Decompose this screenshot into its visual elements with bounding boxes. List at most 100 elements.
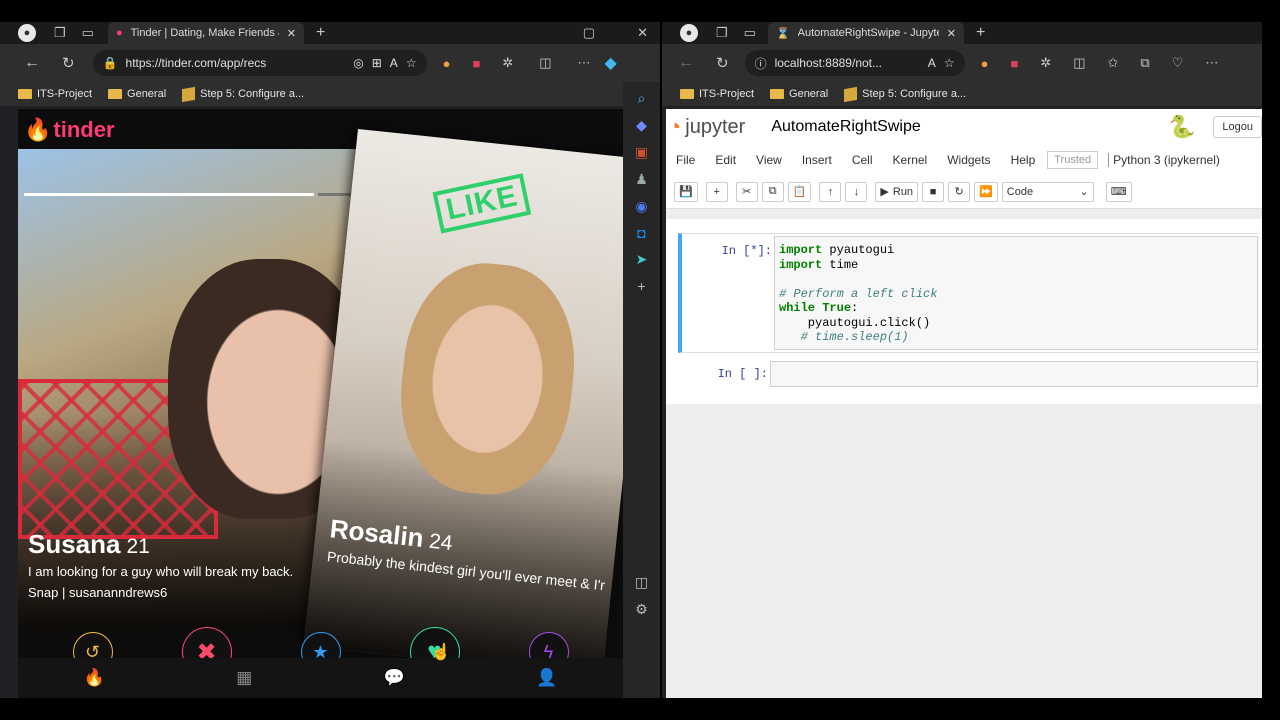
more-icon[interactable]: ⋯ <box>578 55 591 71</box>
keyboard-icon[interactable]: ⌨ <box>1105 181 1132 202</box>
trusted-badge[interactable]: Trusted <box>1047 151 1099 169</box>
bookmark-label: General <box>127 88 167 100</box>
profile-card-rosalin[interactable]: LIKE Rosalin 24 Probably the kindest girl… <box>303 129 623 678</box>
favorite-star-icon[interactable]: ☆ <box>406 56 417 70</box>
bookmark-general[interactable]: General <box>770 88 828 100</box>
tab-actions-icon[interactable]: ▭ <box>744 25 756 41</box>
bookmark-step5[interactable]: Step 5: Configure a... <box>182 86 305 102</box>
copilot-icon[interactable]: ◆ <box>605 53 617 73</box>
profile-icon[interactable]: ● <box>680 24 698 42</box>
fast-forward-icon[interactable]: ⏩ <box>974 181 998 202</box>
close-tab-icon[interactable]: ✕ <box>947 27 956 40</box>
bookmark-label: Step 5: Configure a... <box>200 88 305 100</box>
run-button[interactable]: ▶ Run <box>875 181 919 202</box>
menu-edit[interactable]: Edit <box>705 153 746 167</box>
copy-icon[interactable]: ⧉ <box>761 181 784 202</box>
cut-icon[interactable]: ✂ <box>735 181 758 202</box>
games-icon[interactable]: ♟ <box>635 171 648 188</box>
location-icon[interactable]: ◎ <box>353 56 363 70</box>
address-bar[interactable]: 🔒 https://tinder.com/app/recs ◎ ⊞ A ☆ <box>92 50 427 76</box>
nav-explore-icon[interactable]: ▦ <box>236 668 252 688</box>
menu-cell[interactable]: Cell <box>842 153 883 167</box>
menu-widgets[interactable]: Widgets <box>937 153 1000 167</box>
extensions-icon[interactable]: ✲ <box>1040 55 1051 71</box>
add-icon[interactable]: + <box>637 278 645 294</box>
maximize-icon[interactable]: ▢ <box>583 25 595 41</box>
health-icon[interactable]: ♡ <box>1172 55 1184 71</box>
favorite-star-icon[interactable]: ☆ <box>944 56 955 70</box>
collections-icon[interactable]: ⧉ <box>1140 55 1149 71</box>
bookmark-general[interactable]: General <box>108 88 166 100</box>
tab-title: AutomateRightSwipe - Jupyter N <box>797 27 939 39</box>
mouse-cursor-icon: ☝ <box>431 644 451 661</box>
jupyter-brand[interactable]: jupyter <box>685 116 745 139</box>
search-icon[interactable]: ⌕ <box>638 90 646 107</box>
close-tab-icon[interactable]: ✕ <box>287 27 296 40</box>
nav-profile-icon[interactable]: 👤 <box>536 668 557 688</box>
menu-view[interactable]: View <box>746 153 792 167</box>
azure-icon <box>182 86 196 102</box>
restart-icon[interactable]: ↻ <box>948 181 971 202</box>
code-editor[interactable] <box>770 361 1258 387</box>
split-screen-icon[interactable]: ◫ <box>1073 55 1085 71</box>
extensions-icon[interactable]: ✲ <box>502 55 513 71</box>
card-age: 21 <box>126 535 150 558</box>
menu-insert[interactable]: Insert <box>792 153 842 167</box>
more-icon[interactable]: ⋯ <box>1205 55 1218 71</box>
back-icon[interactable]: ← <box>24 54 40 72</box>
workspaces-icon[interactable]: ❐ <box>716 25 728 41</box>
bottom-nav: 🔥 ▦ 💬 👤 <box>18 658 623 698</box>
insert-cell-icon[interactable]: + <box>705 181 728 202</box>
tab-jupyter[interactable]: ⌛ AutomateRightSwipe - Jupyter N ✕ <box>767 22 964 44</box>
extension-icon[interactable]: ● <box>981 56 989 71</box>
send-icon[interactable]: ➤ <box>636 251 648 268</box>
nav-messages-icon[interactable]: 💬 <box>384 668 405 688</box>
settings-icon[interactable]: ⚙ <box>635 601 648 618</box>
menu-kernel[interactable]: Kernel <box>883 153 938 167</box>
sidebar-toggle-icon[interactable]: ◫ <box>635 574 648 591</box>
url-text: localhost:8889/not... <box>774 56 883 70</box>
stop-icon[interactable]: ■ <box>922 181 945 202</box>
code-editor[interactable]: import pyautogui import time # Perform a… <box>774 236 1258 350</box>
close-window-icon[interactable]: ✕ <box>637 25 648 41</box>
cell-type-select[interactable]: Code ⌄ <box>1001 181 1094 202</box>
workspaces-icon[interactable]: ❐ <box>54 25 66 41</box>
bookmark-its-project[interactable]: ITS-Project <box>18 88 92 100</box>
back-icon[interactable]: ← <box>678 54 694 72</box>
split-screen-icon[interactable]: ◫ <box>539 55 551 71</box>
extension-red-icon[interactable]: ■ <box>1010 56 1018 71</box>
tools-icon[interactable]: ▣ <box>635 144 648 161</box>
logout-button[interactable]: Logou <box>1213 116 1262 138</box>
bing-icon[interactable]: ◉ <box>635 198 647 215</box>
read-aloud-icon[interactable]: A <box>928 56 936 70</box>
nav-flame-icon[interactable]: 🔥 <box>84 668 105 688</box>
read-aloud-icon[interactable]: A <box>390 56 398 70</box>
refresh-icon[interactable]: ↻ <box>62 54 75 72</box>
code-cell-running[interactable]: In [*]: import pyautogui import time # P… <box>678 233 1260 353</box>
extension-icon[interactable]: ● <box>443 56 451 71</box>
tinder-logo[interactable]: 🔥 tinder <box>24 117 115 143</box>
profile-icon[interactable]: ● <box>18 24 36 42</box>
tab-tinder[interactable]: ● Tinder | Dating, Make Friends & M ✕ <box>107 22 304 44</box>
notebook-name[interactable]: AutomateRightSwipe <box>771 118 920 136</box>
bookmark-step5[interactable]: Step 5: Configure a... <box>844 86 966 102</box>
menu-file[interactable]: File <box>666 153 705 167</box>
favorites-icon[interactable]: ✩ <box>1108 55 1119 71</box>
extension-red-icon[interactable]: ■ <box>472 56 480 71</box>
bookmark-its-project[interactable]: ITS-Project <box>680 88 754 100</box>
new-tab-icon[interactable]: + <box>316 24 325 42</box>
address-bar[interactable]: ⓘ localhost:8889/not... A ☆ <box>744 50 965 76</box>
save-icon[interactable]: 💾 <box>674 181 698 202</box>
paste-icon[interactable]: 📋 <box>787 181 812 202</box>
menu-help[interactable]: Help <box>1001 153 1046 167</box>
tab-actions-icon[interactable]: ▭ <box>82 25 94 41</box>
outlook-icon[interactable]: ◘ <box>637 225 645 241</box>
refresh-icon[interactable]: ↻ <box>716 54 729 72</box>
move-down-icon[interactable]: ↓ <box>845 181 868 202</box>
shopping-icon[interactable]: ◆ <box>636 117 647 134</box>
code-cell-empty[interactable]: In [ ]: <box>678 359 1260 389</box>
apps-icon[interactable]: ⊞ <box>372 56 382 70</box>
new-tab-icon[interactable]: + <box>976 24 985 42</box>
jupyter-logo-icon[interactable]: ◔ <box>668 114 681 140</box>
move-up-icon[interactable]: ↑ <box>819 181 842 202</box>
